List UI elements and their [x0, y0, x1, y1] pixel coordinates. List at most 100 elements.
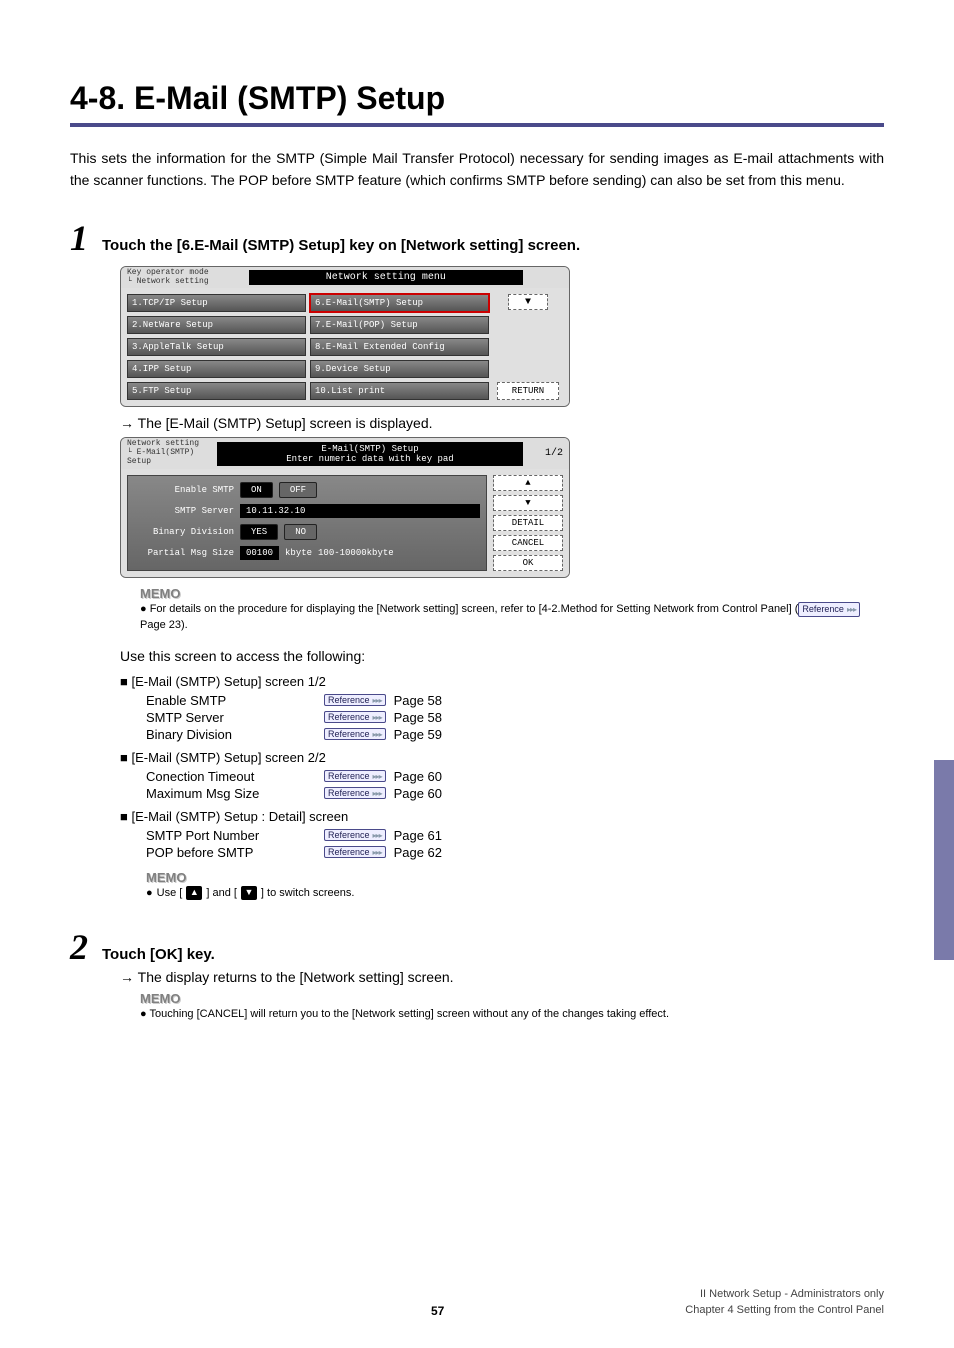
page-footer: 57 II Network Setup - Administrators onl…	[70, 1287, 884, 1318]
item-enable-smtp: Enable SMTP	[146, 693, 316, 708]
arrow-up-icon: ▲	[186, 886, 202, 900]
smtp-server-field[interactable]: 10.11.32.10	[240, 504, 480, 518]
page-ref: Page 61	[394, 828, 442, 843]
memo2-label: MEMO	[146, 870, 884, 885]
bullet-icon	[146, 885, 153, 902]
arrow-down-icon	[525, 498, 530, 508]
arrow-down-icon	[525, 297, 531, 308]
partial-msg-size-field[interactable]: 00100	[240, 546, 279, 560]
item-connection-timeout: Conection Timeout	[146, 769, 316, 784]
reference-badge: Reference	[324, 728, 386, 740]
page-ref: Page 62	[394, 845, 442, 860]
footer-right-line2: Chapter 4 Setting from the Control Panel	[685, 1303, 884, 1318]
label-enable-smtp: Enable SMTP	[134, 485, 234, 495]
step-1-heading: 1 Touch the [6.E-Mail (SMTP) Setup] key …	[70, 220, 884, 256]
label-partial-msg-size: Partial Msg Size	[134, 548, 234, 558]
menu-email-pop-setup[interactable]: 7.E-Mail(POP) Setup	[310, 316, 489, 334]
panel2-page-indicator: 1/2	[523, 448, 563, 459]
subintro-text: Use this screen to access the following:	[120, 648, 884, 664]
enable-smtp-on-button[interactable]: ON	[240, 482, 273, 498]
menu-netware-setup[interactable]: 2.NetWare Setup	[127, 316, 306, 334]
memo3-text: Touching [CANCEL] will return you to the…	[150, 1008, 670, 1020]
panel2-title-line2: Enter numeric data with key pad	[221, 454, 519, 464]
label-smtp-server: SMTP Server	[134, 506, 234, 516]
page-ref: Page 58	[394, 693, 442, 708]
page-ref: Page 59	[394, 727, 442, 742]
menu-ipp-setup[interactable]: 4.IPP Setup	[127, 360, 306, 378]
bullet-icon	[140, 603, 150, 615]
binary-division-yes-button[interactable]: YES	[240, 524, 278, 540]
step-2-text: Touch [OK] key.	[102, 946, 215, 963]
step2-result-line: → The display returns to the [Network se…	[120, 969, 884, 985]
list-item: SMTP Server Reference Page 58	[146, 710, 884, 725]
panel2-title: E-Mail(SMTP) Setup Enter numeric data wi…	[217, 442, 523, 466]
panel2-detail-button[interactable]: DETAIL	[493, 515, 563, 531]
memo3-body: Touching [CANCEL] will return you to the…	[140, 1006, 884, 1023]
memo1-body: For details on the procedure for display…	[140, 601, 884, 634]
panel2-cancel-button[interactable]: CANCEL	[493, 535, 563, 551]
list-item: POP before SMTP Reference Page 62	[146, 845, 884, 860]
list-item: Conection Timeout Reference Page 60	[146, 769, 884, 784]
label-binary-division: Binary Division	[134, 527, 234, 537]
reference-badge: Reference	[324, 711, 386, 723]
network-setting-menu-screenshot: Key operator mode └ Network setting Netw…	[120, 266, 884, 408]
memo1-text-suffix: Page 23).	[140, 619, 188, 631]
reference-badge: Reference	[324, 787, 386, 799]
item-maximum-msg-size: Maximum Msg Size	[146, 786, 316, 801]
row-enable-smtp: Enable SMTP ON OFF	[134, 482, 480, 498]
panel2-down-arrow-button[interactable]	[493, 495, 563, 511]
panel1-bc-line2: └ Network setting	[127, 278, 209, 287]
memo1-label: MEMO	[140, 586, 884, 601]
binary-division-no-button[interactable]: NO	[284, 524, 317, 540]
panel1-return-button[interactable]: RETURN	[497, 382, 559, 400]
footer-page-number: 57	[190, 1304, 685, 1318]
panel2-breadcrumb: Network setting └ E-Mail(SMTP) Setup	[127, 440, 217, 466]
group1-heading: [E-Mail (SMTP) Setup] screen 1/2	[120, 674, 884, 689]
partial-msg-size-unit: kbyte	[285, 548, 312, 558]
step-2-number: 2	[70, 929, 88, 965]
menu-list-print[interactable]: 10.List print	[310, 382, 489, 400]
page-ref: Page 60	[394, 786, 442, 801]
menu-tcpip-setup[interactable]: 1.TCP/IP Setup	[127, 294, 306, 312]
page-ref: Page 60	[394, 769, 442, 784]
group3-heading: [E-Mail (SMTP) Setup : Detail] screen	[120, 809, 884, 824]
group2-heading: [E-Mail (SMTP) Setup] screen 2/2	[120, 750, 884, 765]
panel2-ok-button[interactable]: OK	[493, 555, 563, 571]
menu-email-smtp-setup[interactable]: 6.E-Mail(SMTP) Setup	[310, 294, 489, 312]
step-1-number: 1	[70, 220, 88, 256]
panel1-breadcrumb: Key operator mode └ Network setting	[127, 269, 209, 287]
menu-device-setup[interactable]: 9.Device Setup	[310, 360, 489, 378]
footer-right-line1: II Network Setup - Administrators only	[685, 1287, 884, 1302]
step-2-heading: 2 Touch [OK] key.	[70, 929, 884, 965]
section-side-tab	[934, 760, 954, 960]
list-item: Binary Division Reference Page 59	[146, 727, 884, 742]
panel1-title: Network setting menu	[249, 270, 523, 285]
arrow-up-icon	[525, 478, 530, 488]
partial-msg-size-range: 100-10000kbyte	[318, 548, 394, 558]
reference-badge: Reference	[324, 770, 386, 782]
panel1-down-arrow-button[interactable]	[508, 294, 548, 310]
page-ref: Page 58	[394, 710, 442, 725]
reference-badge: Reference	[324, 829, 386, 841]
page-title: 4-8. E-Mail (SMTP) Setup	[70, 80, 884, 117]
reference-badge: Reference	[798, 602, 860, 618]
menu-ftp-setup[interactable]: 5.FTP Setup	[127, 382, 306, 400]
list-item: SMTP Port Number Reference Page 61	[146, 828, 884, 843]
step-1-text: Touch the [6.E-Mail (SMTP) Setup] key on…	[102, 237, 580, 254]
panel2-up-arrow-button[interactable]	[493, 475, 563, 491]
memo2-prefix: Use [	[157, 885, 183, 902]
row-binary-division: Binary Division YES NO	[134, 524, 480, 540]
list-item: Maximum Msg Size Reference Page 60	[146, 786, 884, 801]
enable-smtp-off-button[interactable]: OFF	[279, 482, 317, 498]
reference-badge: Reference	[324, 694, 386, 706]
item-pop-before-smtp: POP before SMTP	[146, 845, 316, 860]
menu-email-extended-config[interactable]: 8.E-Mail Extended Config	[310, 338, 489, 356]
item-binary-division: Binary Division	[146, 727, 316, 742]
title-underline	[70, 123, 884, 127]
list-item: Enable SMTP Reference Page 58	[146, 693, 884, 708]
menu-appletalk-setup[interactable]: 3.AppleTalk Setup	[127, 338, 306, 356]
memo2-body: Use [ ▲ ] and [ ▼ ] to switch screens.	[146, 885, 884, 902]
memo2-mid: ] and [	[206, 885, 237, 902]
email-smtp-setup-screenshot: Network setting └ E-Mail(SMTP) Setup E-M…	[120, 437, 884, 577]
intro-paragraph: This sets the information for the SMTP (…	[70, 147, 884, 192]
